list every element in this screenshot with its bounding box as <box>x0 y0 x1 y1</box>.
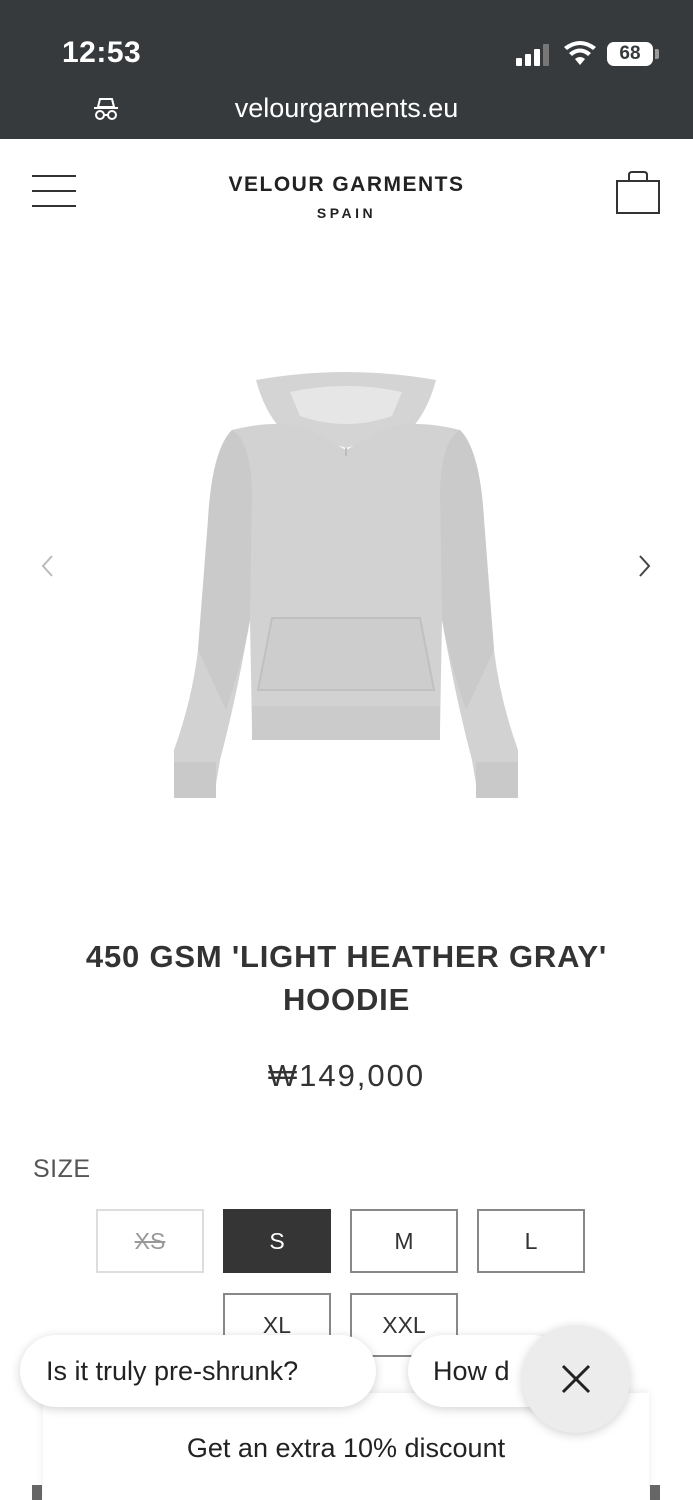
close-icon <box>561 1364 591 1394</box>
battery-icon: 68 <box>607 42 653 66</box>
wifi-icon <box>564 41 596 65</box>
battery-tip <box>655 49 659 59</box>
status-time: 12:53 <box>62 36 142 69</box>
brand-subtitle: SPAIN <box>316 205 377 221</box>
browser-chrome: 12:53 68 velourgarments.eu <box>0 0 693 139</box>
product-image-carousel[interactable] <box>0 240 693 900</box>
product-image <box>174 372 518 798</box>
edge-marker <box>650 1485 660 1500</box>
chevron-right-icon[interactable] <box>634 552 654 580</box>
chat-suggestion-chip[interactable]: Is it truly pre-shrunk? <box>20 1335 376 1407</box>
product-price: ₩149,000 <box>267 1058 426 1093</box>
chat-suggestion-bar: Get an extra 10% discount Is it truly pr… <box>0 1325 693 1500</box>
signal-icon <box>516 44 550 66</box>
shopping-bag-icon[interactable] <box>615 169 661 215</box>
size-label: SIZE <box>33 1155 91 1183</box>
product-title: 450 GSM 'LIGHT HEATHER GRAY' HOODIE <box>85 939 608 1017</box>
discount-text: Get an extra 10% discount <box>186 1433 506 1463</box>
edge-marker <box>32 1485 42 1500</box>
brand-name: VELOUR GARMENTS <box>228 173 465 196</box>
size-option-s[interactable]: S <box>223 1209 331 1273</box>
site-header: VELOUR GARMENTS SPAIN <box>0 139 693 239</box>
size-option-m[interactable]: M <box>350 1209 458 1273</box>
size-option-xs[interactable]: XS <box>96 1209 204 1273</box>
chevron-left-icon[interactable] <box>38 552 58 580</box>
url-bar[interactable]: velourgarments.eu <box>0 93 693 124</box>
size-option-l[interactable]: L <box>477 1209 585 1273</box>
brand-logo[interactable]: VELOUR GARMENTS SPAIN <box>0 173 693 221</box>
close-chat-button[interactable] <box>522 1325 630 1433</box>
